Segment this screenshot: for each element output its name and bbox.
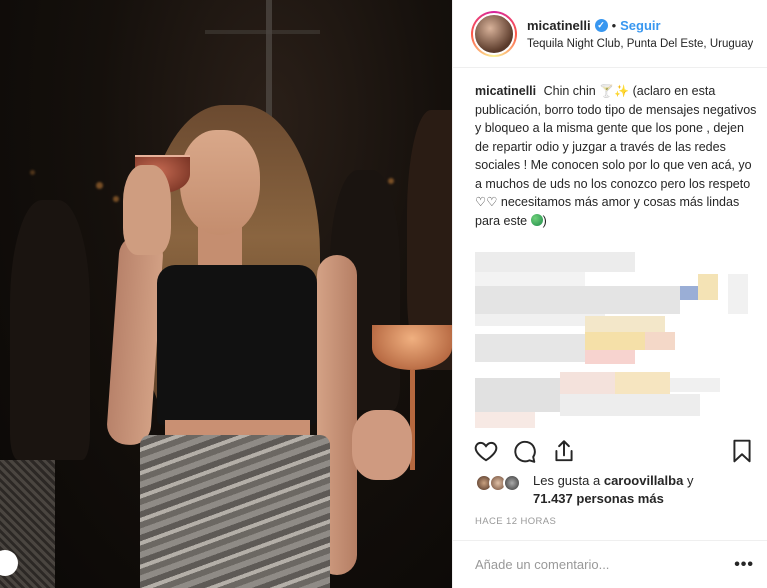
likes-prefix: Les gusta a — [533, 473, 601, 488]
post-header: micatinelli ✓ • Seguir Tequila Night Clu… — [453, 0, 767, 68]
woman-figure — [95, 95, 385, 588]
blurred-block — [475, 334, 585, 362]
likes-text: Les gusta a caroovillalba y 71.437 perso… — [533, 472, 693, 508]
blurred-block — [645, 332, 675, 350]
liker-avatars[interactable] — [475, 472, 531, 494]
blurred-block — [475, 252, 635, 272]
left-arm — [105, 233, 165, 447]
black-top — [157, 265, 317, 425]
blurred-block — [585, 332, 645, 350]
background-person — [10, 200, 90, 460]
heart-emoji-icon: ♡♡ — [475, 195, 498, 209]
blurred-block — [475, 412, 535, 428]
blurred-block — [670, 378, 720, 392]
avatar-image — [473, 12, 515, 55]
blurred-block — [615, 372, 670, 394]
blurred-block — [698, 274, 718, 300]
sequin-skirt — [140, 435, 330, 588]
avatar — [503, 474, 521, 492]
header-row: micatinelli ✓ • Seguir — [527, 18, 753, 33]
bookmark-icon[interactable] — [729, 438, 755, 464]
caption-text: Chin chin — [543, 84, 596, 98]
post-caption: micatinelli Chin chin 🍸✨ (aclaro en esta… — [475, 82, 757, 230]
comment-bar: ••• — [453, 540, 767, 588]
hand — [352, 410, 412, 480]
blurred-block — [475, 378, 560, 412]
separator-dot: • — [611, 17, 617, 33]
sparkles-emoji-icon: ✨ — [614, 84, 630, 98]
caption-text: (aclaro en esta publicación, borro todo … — [475, 84, 757, 191]
globe-emoji-icon — [530, 213, 543, 226]
pixelated-comments — [475, 252, 760, 434]
share-icon[interactable] — [551, 438, 577, 464]
profile-avatar[interactable] — [471, 10, 517, 57]
blurred-block — [475, 272, 585, 286]
hand-holding-glass — [123, 165, 171, 255]
post-sidebar: micatinelli ✓ • Seguir Tequila Night Clu… — [452, 0, 767, 588]
background-person-right — [352, 110, 452, 588]
liker-username-link[interactable]: caroovillalba — [604, 473, 683, 488]
verified-badge-icon: ✓ — [594, 18, 608, 32]
cocktail-glass — [372, 325, 452, 370]
likes-count-link[interactable]: 71.437 personas más — [533, 491, 664, 506]
likes-summary: Les gusta a caroovillalba y 71.437 perso… — [475, 472, 693, 508]
heart-icon[interactable] — [473, 438, 499, 464]
cocktail-emoji-icon: 🍸 — [599, 84, 615, 98]
post-timestamp[interactable]: HACE 12 HORAS — [475, 516, 556, 527]
blurred-block — [680, 286, 698, 300]
blurred-block — [560, 394, 700, 416]
background-bar — [205, 30, 320, 34]
username-link[interactable]: micatinelli — [527, 18, 591, 33]
blurred-block — [560, 372, 615, 394]
follow-button[interactable]: Seguir — [620, 18, 660, 33]
comment-icon[interactable] — [511, 438, 537, 464]
caption-text: necesitamos más amor y cosas más lindas … — [475, 195, 740, 228]
comment-input[interactable] — [475, 557, 735, 572]
location-link[interactable]: Tequila Night Club, Punta Del Este, Urug… — [527, 38, 753, 50]
bokeh-light — [30, 170, 35, 175]
post-actions — [473, 436, 759, 468]
more-options-button[interactable]: ••• — [734, 556, 754, 574]
caption-text: ) — [542, 213, 547, 228]
post-photo[interactable] — [0, 0, 452, 588]
face — [180, 130, 260, 235]
likes-conjunction: y — [686, 473, 694, 488]
blurred-block — [728, 274, 748, 314]
caption-username-link[interactable]: micatinelli — [475, 84, 536, 98]
blurred-block — [475, 286, 680, 314]
blurred-block — [585, 350, 635, 364]
header-text: micatinelli ✓ • Seguir Tequila Night Clu… — [527, 18, 753, 50]
